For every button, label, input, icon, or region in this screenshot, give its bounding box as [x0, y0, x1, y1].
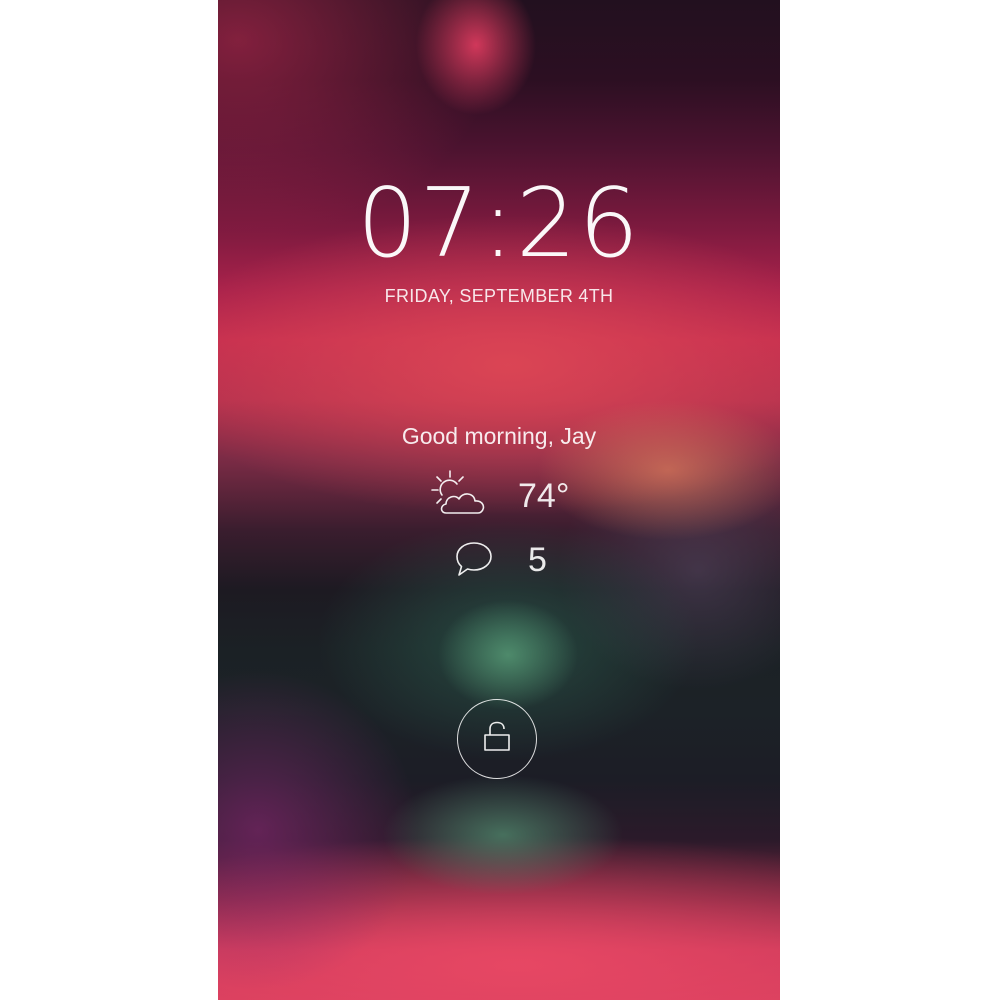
- lock-screen: 07:26 FRIDAY, SEPTEMBER 4TH Good morning…: [218, 0, 780, 1000]
- unlock-button[interactable]: [457, 699, 537, 779]
- weather-widget: 74°: [426, 468, 569, 524]
- partly-sunny-icon: [426, 468, 496, 524]
- clock-time: 07:26: [357, 169, 641, 279]
- temperature-value: 74°: [518, 476, 570, 515]
- unlocked-padlock-icon: [482, 721, 512, 757]
- date-label: FRIDAY, SEPTEMBER 4TH: [384, 286, 614, 306]
- message-count: 5: [528, 540, 547, 579]
- greeting-text: Good morning, Jay: [401, 423, 597, 449]
- messages-widget: 5: [453, 536, 547, 584]
- speech-bubble-icon: [453, 537, 495, 583]
